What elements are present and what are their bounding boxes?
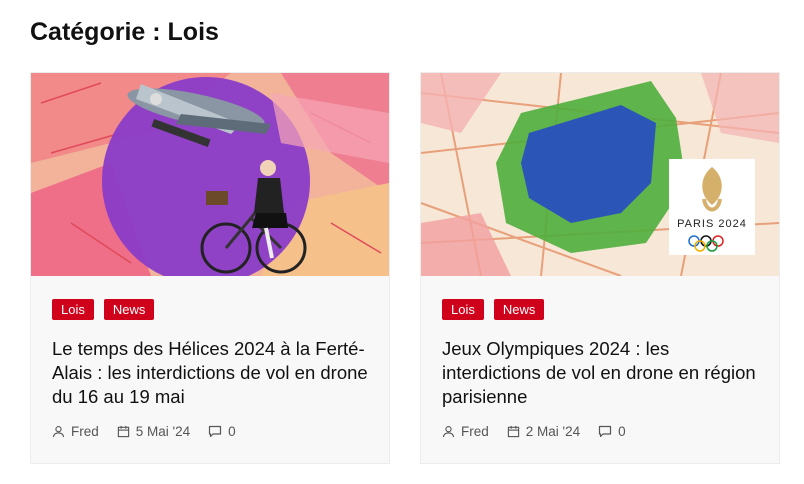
category-badges: Lois News (52, 299, 155, 320)
author-meta[interactable]: Fred (442, 424, 489, 439)
page-title: Catégorie : Lois (30, 18, 219, 46)
article-card: PARIS 2024 Lois News Jeux Olympiques 202… (420, 72, 780, 464)
date-meta[interactable]: 2 Mai '24 (507, 424, 580, 439)
user-icon (52, 426, 65, 438)
comment-count: 0 (228, 424, 236, 439)
article-thumbnail[interactable] (31, 73, 389, 276)
category-badge-lois[interactable]: Lois (52, 299, 94, 320)
date-meta[interactable]: 5 Mai '24 (117, 424, 190, 439)
logo-text: PARIS 2024 (677, 218, 747, 230)
article-meta: Fred 2 Mai '24 0 (442, 424, 644, 439)
author-meta[interactable]: Fred (52, 424, 99, 439)
author-name: Fred (461, 424, 489, 439)
calendar-icon (117, 425, 129, 438)
category-badge-news[interactable]: News (103, 299, 155, 320)
comments-meta[interactable]: 0 (208, 424, 236, 439)
category-badges: Lois News (442, 299, 545, 320)
comment-count: 0 (618, 424, 626, 439)
article-thumbnail[interactable]: PARIS 2024 (421, 73, 779, 276)
category-badge-news[interactable]: News (493, 299, 545, 320)
article-meta: Fred 5 Mai '24 0 (52, 424, 254, 439)
article-title[interactable]: Jeux Olympiques 2024 : les interdictions… (442, 337, 762, 409)
calendar-icon (507, 425, 519, 438)
article-card: Lois News Le temps des Hélices 2024 à la… (30, 72, 390, 464)
restricted-zone-map-image: PARIS 2024 (421, 73, 779, 276)
article-title[interactable]: Le temps des Hélices 2024 à la Ferté-Ala… (52, 337, 372, 409)
comments-meta[interactable]: 0 (598, 424, 626, 439)
paris-2024-logo: PARIS 2024 (669, 159, 755, 255)
comment-icon (209, 425, 222, 438)
user-icon (442, 426, 455, 438)
post-date: 5 Mai '24 (135, 424, 191, 439)
map-illustration-image (31, 73, 389, 276)
comment-icon (599, 425, 612, 438)
category-badge-lois[interactable]: Lois (442, 299, 484, 320)
author-name: Fred (71, 424, 99, 439)
post-date: 2 Mai '24 (525, 424, 581, 439)
